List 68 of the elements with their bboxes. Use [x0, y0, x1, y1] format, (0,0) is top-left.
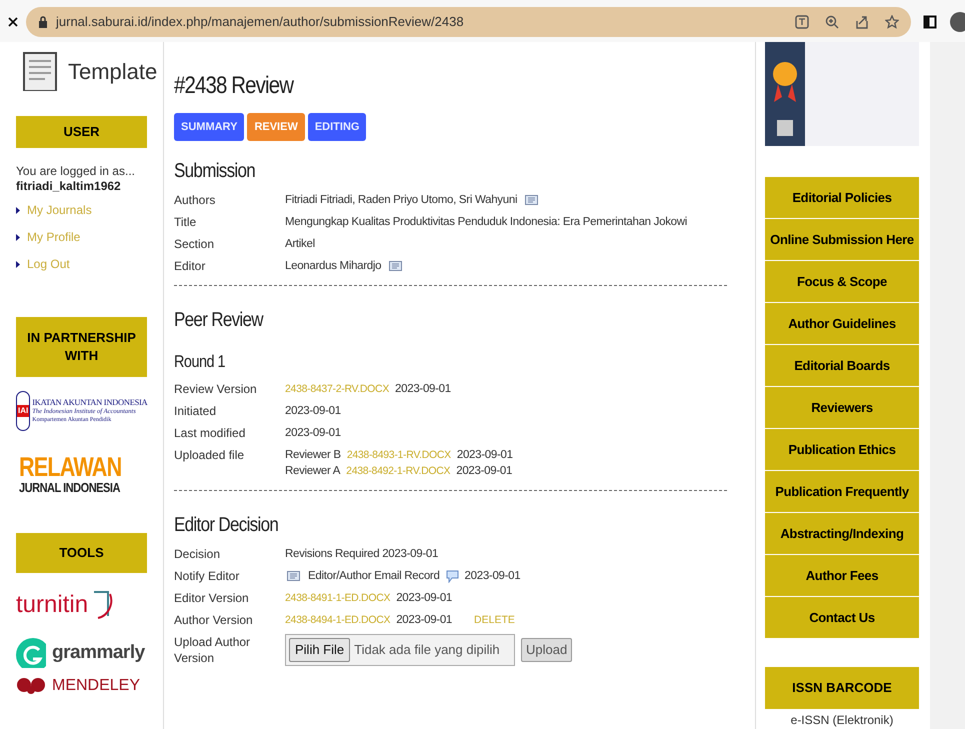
field-value: 2023-09-01	[285, 426, 341, 441]
field-value: Editor/Author Email Record	[308, 569, 440, 584]
block-title: USER	[16, 116, 147, 148]
template-label: Template	[68, 58, 158, 86]
url-text: jurnal.saburai.id/index.php/manajemen/author/submissionReview/2438	[56, 13, 465, 32]
upload-button[interactable]: Upload	[521, 638, 572, 662]
address-bar[interactable]: jurnal.saburai.id/index.php/manajemen/author/submissionReview/2438	[26, 7, 911, 37]
menu-link[interactable]: Author Fees	[765, 555, 919, 596]
logo-text: JURNAL INDONESIA	[19, 481, 122, 494]
field-value: 2023-09-01	[396, 591, 452, 606]
field-label: Decision	[174, 546, 222, 562]
iai-mark: IAI	[17, 405, 30, 417]
menu-link[interactable]: Online Submission Here	[765, 219, 919, 260]
field-label: Authors	[174, 192, 216, 208]
field-value: Fitriadi Fitriadi, Raden Priyo Utomo, Sri Wahyuni	[285, 193, 518, 208]
logo-text: MENDELEY	[52, 678, 140, 694]
field-label: Uploaded file	[174, 447, 246, 464]
field-label: Review Version	[174, 381, 258, 397]
field-value: 2023-09-01	[395, 382, 451, 397]
field-value: Mengungkap Kualitas Produktivitas Penduduk Indonesia: Era Pemerintahan Jokowi	[285, 215, 688, 230]
logo-text: IKATAN AKUNTAN INDONESIA	[32, 398, 148, 406]
menu-link[interactable]: Abstracting/Indexing	[765, 513, 919, 554]
menu-link[interactable]: Contact Us	[765, 597, 919, 638]
issn-caption: e-ISSN (Elektronik)	[790, 712, 894, 729]
section-heading: Peer Review	[174, 308, 264, 333]
field-label: Section	[174, 236, 216, 252]
tab[interactable]: SUMMARY	[174, 113, 244, 141]
logo-text: RELAWAN	[19, 454, 122, 481]
menu-link[interactable]: Author Guidelines	[765, 303, 919, 344]
section-heading: Editor Decision	[174, 513, 280, 538]
section-heading: Submission	[174, 159, 256, 184]
menu-link[interactable]: Editorial Policies	[765, 177, 919, 218]
username: fitriadi_kaltim1962	[16, 179, 122, 194]
tab[interactable]: EDITING	[308, 113, 366, 141]
block-title: ISSN BARCODE	[765, 667, 919, 709]
field-value: 2023-09-01	[464, 569, 520, 584]
field-value: Revisions Required 2023-09-01	[285, 547, 438, 562]
field-value: 2023-09-01	[285, 404, 341, 419]
field-label: Upload Author Version	[174, 634, 252, 666]
field-label: Author Version	[174, 612, 254, 628]
field-value: Artikel	[285, 237, 315, 252]
field-value: 2023-09-01	[456, 448, 513, 463]
block-title: IN PARTNERSHIP WITH	[16, 317, 147, 377]
field-label: Notify Editor	[174, 568, 240, 584]
field-value: Reviewer A	[285, 464, 340, 479]
field-label: Editor Version	[174, 590, 250, 606]
menu-link[interactable]: Publication Ethics	[765, 429, 919, 470]
subheading: Round 1	[174, 351, 226, 373]
field-label: Title	[174, 214, 198, 230]
field-value: 2023-09-01	[396, 613, 452, 628]
block-title: TOOLS	[16, 533, 147, 573]
file-status: Tidak ada file yang dipilih	[354, 642, 500, 658]
menu-link[interactable]: Editorial Boards	[765, 345, 919, 386]
field-value: Leonardus Mihardjo	[285, 259, 382, 274]
logged-in-text: You are logged in as...	[16, 164, 136, 179]
menu-link[interactable]: Focus & Scope	[765, 261, 919, 302]
page-title: #2438 Review	[174, 71, 295, 101]
menu-link[interactable]: Publication Frequently	[765, 471, 919, 512]
field-label: Last modified	[174, 425, 246, 441]
file-input[interactable]: Pilih File Tidak ada file yang dipilih	[285, 634, 515, 666]
field-value: 2023-09-01	[456, 464, 512, 479]
menu-link[interactable]: Reviewers	[765, 387, 919, 428]
field-label: Initiated	[174, 403, 218, 419]
choose-file-button[interactable]: Pilih File	[289, 638, 350, 662]
logo-text: grammarly	[52, 640, 145, 665]
field-label: Editor	[174, 258, 206, 274]
field-value: Reviewer B	[285, 448, 341, 463]
logo-text: turnitin	[16, 590, 88, 620]
